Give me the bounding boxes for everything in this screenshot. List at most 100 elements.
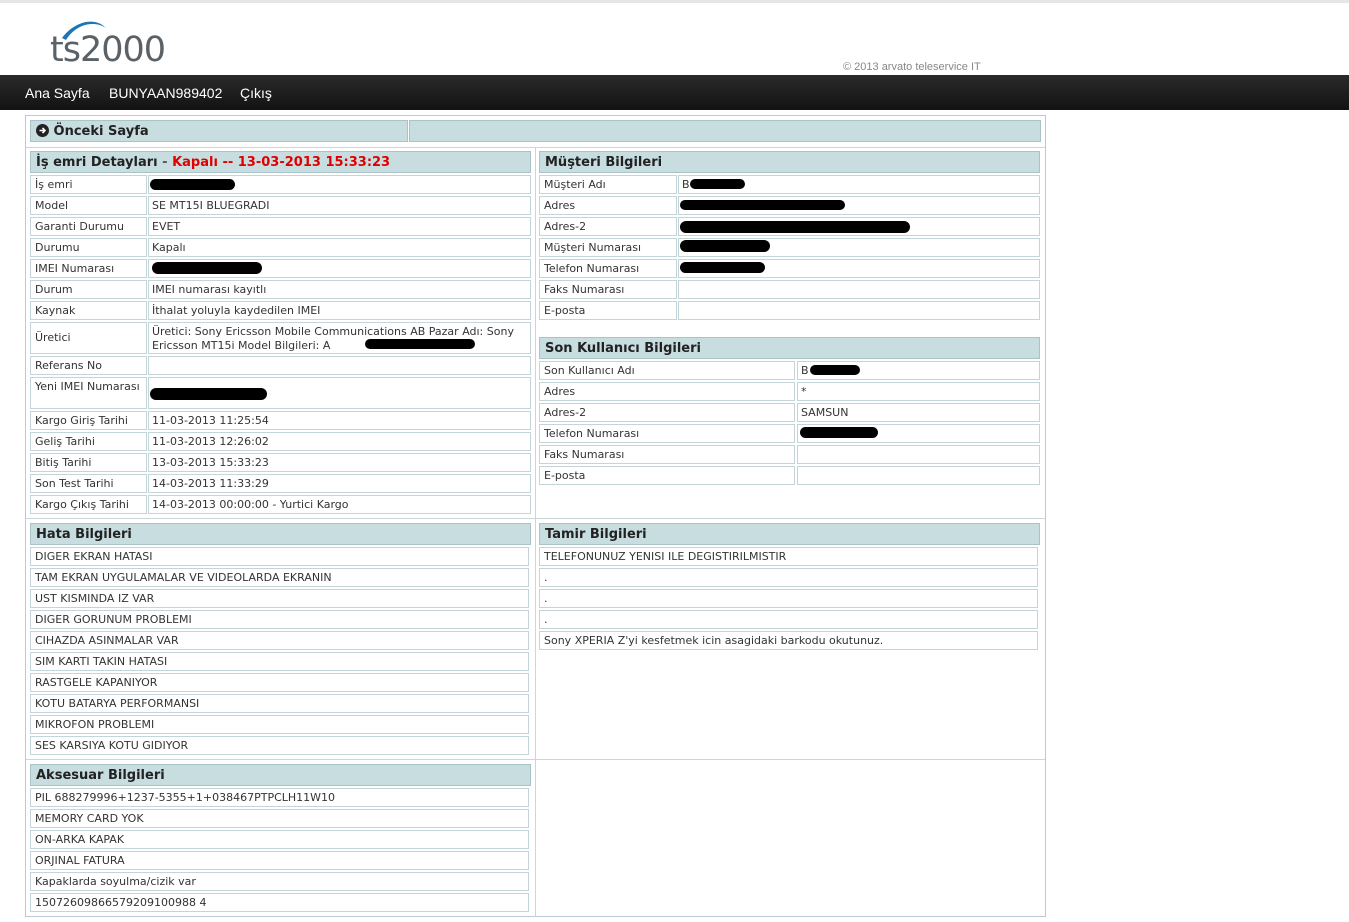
work-order-value: EVET — [148, 217, 531, 236]
back-bar-filler — [409, 120, 1041, 142]
repair-header: Tamir Bilgileri — [539, 523, 1040, 545]
work-order-value: Üretici: Sony Ericsson Mobile Communicat… — [148, 322, 531, 354]
divider-middle — [26, 518, 1045, 519]
customer-value — [678, 301, 1040, 320]
redaction-mark — [152, 262, 262, 274]
end-user-value — [797, 445, 1040, 464]
work-order-dash: - — [157, 155, 173, 170]
fault-item: RASTGELE KAPANIYOR — [30, 673, 529, 692]
column-divider — [535, 148, 536, 917]
customer-label: Adres — [539, 196, 677, 215]
main-navbar: Ana Sayfa BUNYAAN989402 Çıkış — [0, 75, 1349, 110]
work-order-value: IMEI numarası kayıtlı — [148, 280, 531, 299]
repair-item: TELEFONUNUZ YENISI ILE DEGISTIRILMISTIR — [539, 547, 1038, 566]
work-order-label: Referans No — [30, 356, 147, 375]
end-user-value: SAMSUN — [797, 403, 1040, 422]
redaction-mark — [680, 200, 845, 210]
redaction-mark — [810, 365, 860, 375]
redaction-mark — [680, 221, 910, 233]
redaction-mark — [365, 339, 475, 349]
accessory-item: MEMORY CARD YOK — [30, 809, 529, 828]
work-order-value: İthalat yoluyla kaydedilen IMEI — [148, 301, 531, 320]
redaction-mark — [150, 179, 235, 190]
work-order-label: Durumu — [30, 238, 147, 257]
work-order-status: Kapalı -- 13-03-2013 15:33:23 — [172, 155, 391, 170]
end-user-label: Adres-2 — [539, 403, 795, 422]
end-user-value — [797, 466, 1040, 485]
divider-top — [26, 147, 1045, 148]
repair-item: Sony XPERIA Z'yi kesfetmek icin asagidak… — [539, 631, 1038, 650]
divider-bottom — [26, 759, 1045, 760]
work-order-label: Garanti Durumu — [30, 217, 147, 236]
work-order-value: 11-03-2013 12:26:02 — [148, 432, 531, 451]
work-order-label: Durum — [30, 280, 147, 299]
repair-item: . — [539, 589, 1038, 608]
back-bar[interactable]: Önceki Sayfa — [30, 120, 408, 142]
ts2000-logo: ts2000 — [50, 18, 170, 70]
arrow-circle-right-icon — [36, 124, 49, 137]
work-order-value: 14-03-2013 11:33:29 — [148, 474, 531, 493]
work-order-value: SE MT15I BLUEGRADI — [148, 196, 531, 215]
end-user-title: Son Kullanıcı Bilgileri — [545, 341, 701, 356]
work-order-value: 13-03-2013 15:33:23 — [148, 453, 531, 472]
accessory-item: ORJINAL FATURA — [30, 851, 529, 870]
work-order-value: Kapalı — [148, 238, 531, 257]
work-order-label: Bitiş Tarihi — [30, 453, 147, 472]
accessory-item: ON-ARKA KAPAK — [30, 830, 529, 849]
work-order-label: Geliş Tarihi — [30, 432, 147, 451]
repair-title: Tamir Bilgileri — [545, 527, 647, 542]
fault-item: DIGER GORUNUM PROBLEMI — [30, 610, 529, 629]
customer-title: Müşteri Bilgileri — [545, 155, 663, 170]
nav-user-link[interactable]: BUNYAAN989402 — [109, 85, 222, 101]
customer-label: Müşteri Numarası — [539, 238, 677, 257]
end-user-value: * — [797, 382, 1040, 401]
work-order-value — [148, 356, 531, 375]
customer-label: Telefon Numarası — [539, 259, 677, 278]
work-order-value: 11-03-2013 11:25:54 — [148, 411, 531, 430]
repair-item: . — [539, 568, 1038, 587]
accessory-item: Kapaklarda soyulma/cizik var — [30, 872, 529, 891]
end-user-label: Telefon Numarası — [539, 424, 795, 443]
work-order-label: Üretici — [30, 322, 147, 354]
work-order-label: Kargo Çıkış Tarihi — [30, 495, 147, 514]
work-order-label: Son Test Tarihi — [30, 474, 147, 493]
fault-item: DIGER EKRAN HATASI — [30, 547, 529, 566]
work-order-label: Yeni IMEI Numarası — [30, 377, 147, 409]
redaction-mark — [150, 388, 267, 400]
fault-item: SES KARSIYA KOTU GIDIYOR — [30, 736, 529, 755]
customer-label: E-posta — [539, 301, 677, 320]
fault-item: UST KISMINDA IZ VAR — [30, 589, 529, 608]
redaction-mark — [680, 262, 765, 273]
end-user-label: Faks Numarası — [539, 445, 795, 464]
customer-label: Müşteri Adı — [539, 175, 677, 194]
fault-item: TAM EKRAN UYGULAMALAR VE VIDEOLARDA EKRA… — [30, 568, 529, 587]
accessory-item: PIL 688279996+1237-5355+1+038467PTPCLH11… — [30, 788, 529, 807]
copyright-text: © 2013 arvato teleservice IT — [843, 61, 981, 73]
work-order-label: IMEI Numarası — [30, 259, 147, 278]
work-order-label: İş emri — [30, 175, 147, 194]
redaction-mark — [690, 179, 745, 189]
faults-title: Hata Bilgileri — [36, 527, 132, 542]
nav-logout-link[interactable]: Çıkış — [240, 85, 272, 101]
accessories-title: Aksesuar Bilgileri — [36, 768, 165, 783]
customer-header: Müşteri Bilgileri — [539, 151, 1040, 173]
fault-item: CIHAZDA ASINMALAR VAR — [30, 631, 529, 650]
fault-item: KOTU BATARYA PERFORMANSI — [30, 694, 529, 713]
redaction-mark — [800, 427, 878, 438]
redaction-mark — [680, 240, 770, 252]
work-order-label: Model — [30, 196, 147, 215]
work-order-title: İş emri Detayları — [36, 155, 158, 170]
fault-item: SIM KARTI TAKIN HATASI — [30, 652, 529, 671]
top-border — [0, 0, 1349, 3]
end-user-header: Son Kullanıcı Bilgileri — [539, 337, 1040, 359]
customer-label: Faks Numarası — [539, 280, 677, 299]
nav-home-link[interactable]: Ana Sayfa — [25, 85, 90, 101]
end-user-label: E-posta — [539, 466, 795, 485]
work-order-header: İş emri Detayları - Kapalı -- 13-03-2013… — [30, 151, 531, 173]
work-order-value: 14-03-2013 00:00:00 - Yurtici Kargo — [148, 495, 531, 514]
accessories-header: Aksesuar Bilgileri — [30, 764, 531, 786]
work-order-label: Kargo Giriş Tarihi — [30, 411, 147, 430]
customer-value — [678, 280, 1040, 299]
fault-item: MIKROFON PROBLEMI — [30, 715, 529, 734]
logo-text: ts2000 — [50, 30, 166, 70]
